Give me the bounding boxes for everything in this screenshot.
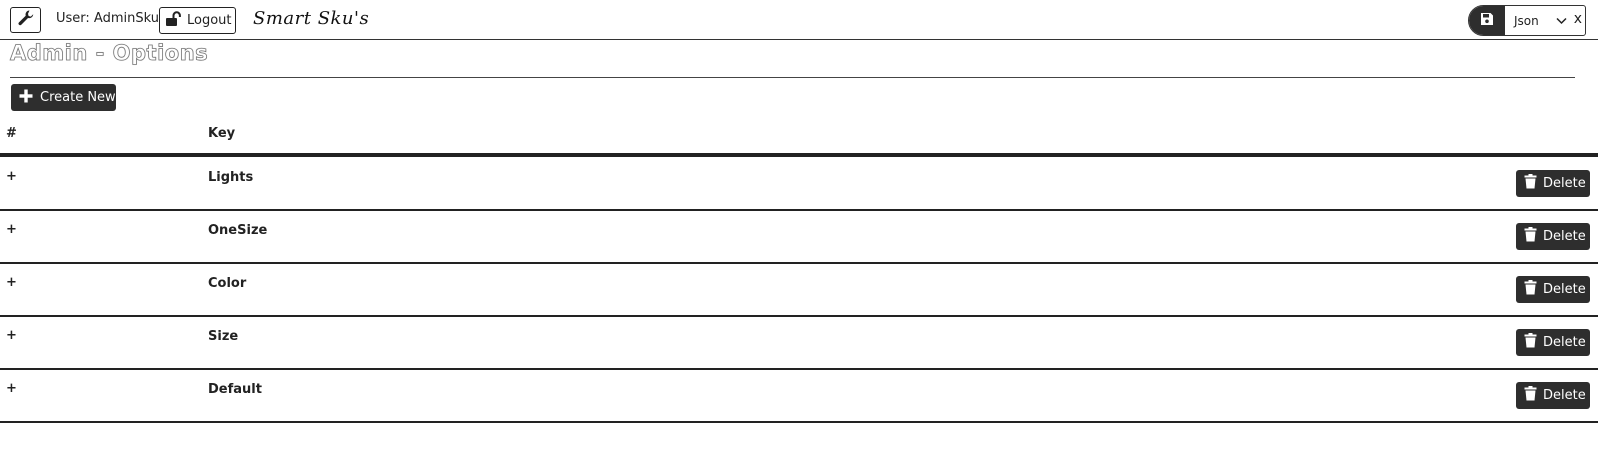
- option-key: Size: [208, 329, 239, 344]
- chevron-down-icon: [1556, 14, 1567, 28]
- table-row: + Default Delete: [0, 369, 1598, 423]
- expand-toggle[interactable]: +: [6, 222, 17, 237]
- trash-icon: [1524, 280, 1537, 299]
- delete-label: Delete: [1543, 229, 1586, 244]
- unlock-icon: [165, 10, 183, 31]
- trash-icon: [1524, 174, 1537, 193]
- top-bar: User: AdminSku Logout Smart Sku's Json x: [0, 0, 1598, 40]
- expand-toggle[interactable]: +: [6, 328, 17, 343]
- create-new-button[interactable]: Create New: [11, 84, 116, 111]
- delete-label: Delete: [1543, 335, 1586, 350]
- trash-icon: [1524, 227, 1537, 246]
- create-new-label: Create New: [40, 90, 116, 105]
- expand-toggle[interactable]: +: [6, 275, 17, 290]
- settings-button[interactable]: [10, 7, 41, 33]
- logout-button[interactable]: Logout: [159, 7, 236, 34]
- delete-button[interactable]: Delete: [1516, 276, 1590, 303]
- table-row: + OneSize Delete: [0, 210, 1598, 264]
- logout-label: Logout: [187, 13, 232, 28]
- option-key: OneSize: [208, 223, 268, 238]
- close-icon[interactable]: x: [1574, 12, 1582, 26]
- wrench-icon: [17, 9, 35, 31]
- trash-icon: [1524, 386, 1537, 405]
- brand-logo: Smart Sku's: [253, 8, 370, 29]
- expand-toggle[interactable]: +: [6, 169, 17, 184]
- column-header-index: #: [6, 126, 17, 141]
- floppy-icon: [1480, 11, 1494, 30]
- option-key: Color: [208, 276, 247, 291]
- delete-button[interactable]: Delete: [1516, 223, 1590, 250]
- expand-toggle[interactable]: +: [6, 381, 17, 396]
- page-title: Admin - Options: [10, 41, 209, 66]
- table-row: + Lights Delete: [0, 157, 1598, 211]
- plus-icon: [19, 89, 33, 107]
- delete-label: Delete: [1543, 388, 1586, 403]
- delete-button[interactable]: Delete: [1516, 382, 1590, 409]
- table-row: + Size Delete: [0, 316, 1598, 370]
- delete-label: Delete: [1543, 176, 1586, 191]
- user-label: User: AdminSku: [56, 11, 159, 26]
- save-button[interactable]: [1469, 6, 1505, 35]
- table-header: # Key: [0, 120, 1598, 157]
- format-value: Json: [1514, 13, 1539, 28]
- delete-button[interactable]: Delete: [1516, 329, 1590, 356]
- delete-label: Delete: [1543, 282, 1586, 297]
- option-key: Lights: [208, 170, 254, 185]
- delete-button[interactable]: Delete: [1516, 170, 1590, 197]
- table-row: + Color Delete: [0, 263, 1598, 317]
- option-key: Default: [208, 382, 262, 397]
- export-control: Json x: [1468, 5, 1586, 36]
- format-select[interactable]: Json x: [1505, 6, 1585, 35]
- column-header-key: Key: [208, 126, 236, 141]
- trash-icon: [1524, 333, 1537, 352]
- title-divider: [10, 77, 1575, 78]
